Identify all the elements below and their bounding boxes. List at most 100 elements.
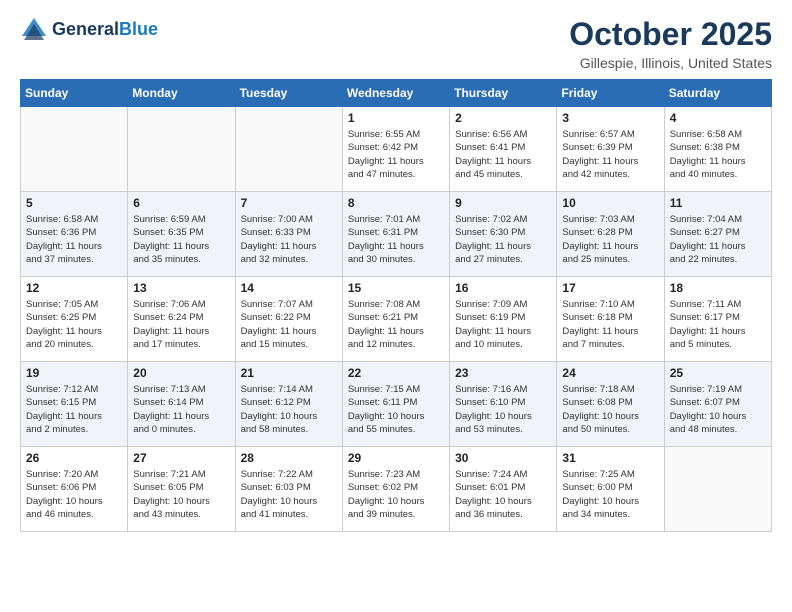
day-cell: 3 Sunrise: 6:57 AM Sunset: 6:39 PM Daylig… (557, 107, 664, 192)
day-cell: 16 Sunrise: 7:09 AM Sunset: 6:19 PM Dayli… (450, 277, 557, 362)
day-info: Sunrise: 6:58 AM Sunset: 6:38 PM Dayligh… (670, 128, 766, 181)
day-cell (21, 107, 128, 192)
day-number: 17 (562, 281, 658, 295)
col-header-thursday: Thursday (450, 80, 557, 107)
day-info: Sunrise: 7:05 AM Sunset: 6:25 PM Dayligh… (26, 298, 122, 351)
day-number: 2 (455, 111, 551, 125)
day-cell: 12Sunrise: 7:05 AM Sunset: 6:25 PM Dayli… (21, 277, 128, 362)
day-number: 29 (348, 451, 444, 465)
col-header-monday: Monday (128, 80, 235, 107)
day-number: 13 (133, 281, 229, 295)
day-number: 3 (562, 111, 658, 125)
day-cell: 4 Sunrise: 6:58 AM Sunset: 6:38 PM Daylig… (664, 107, 771, 192)
col-header-wednesday: Wednesday (342, 80, 449, 107)
day-cell: 10Sunrise: 7:03 AM Sunset: 6:28 PM Dayli… (557, 192, 664, 277)
week-row-5: 26Sunrise: 7:20 AM Sunset: 6:06 PM Dayli… (21, 447, 772, 532)
day-info: Sunrise: 7:08 AM Sunset: 6:21 PM Dayligh… (348, 298, 444, 351)
day-info: Sunrise: 7:04 AM Sunset: 6:27 PM Dayligh… (670, 213, 766, 266)
col-header-saturday: Saturday (664, 80, 771, 107)
page-container: GeneralBlue October 2025 Gillespie, Illi… (0, 0, 792, 552)
day-number: 15 (348, 281, 444, 295)
day-info: Sunrise: 6:55 AM Sunset: 6:42 PM Dayligh… (348, 128, 444, 181)
day-info: Sunrise: 6:56 AM Sunset: 6:41 PM Dayligh… (455, 128, 551, 181)
title-section: October 2025 Gillespie, Illinois, United… (569, 16, 772, 71)
day-cell: 8 Sunrise: 7:01 AM Sunset: 6:31 PM Daylig… (342, 192, 449, 277)
day-info: Sunrise: 7:03 AM Sunset: 6:28 PM Dayligh… (562, 213, 658, 266)
day-number: 7 (241, 196, 337, 210)
day-number: 22 (348, 366, 444, 380)
day-cell: 19 Sunrise: 7:12 AM Sunset: 6:15 PM Dayli… (21, 362, 128, 447)
day-cell: 23 Sunrise: 7:16 AM Sunset: 6:10 PM Dayli… (450, 362, 557, 447)
day-number: 9 (455, 196, 551, 210)
day-cell: 31 Sunrise: 7:25 AM Sunset: 6:00 PM Dayli… (557, 447, 664, 532)
day-info: Sunrise: 7:01 AM Sunset: 6:31 PM Dayligh… (348, 213, 444, 266)
week-row-2: 5 Sunrise: 6:58 AM Sunset: 6:36 PM Daylig… (21, 192, 772, 277)
day-number: 25 (670, 366, 766, 380)
day-number: 4 (670, 111, 766, 125)
day-number: 28 (241, 451, 337, 465)
day-info: Sunrise: 7:11 AM Sunset: 6:17 PM Dayligh… (670, 298, 766, 351)
header: GeneralBlue October 2025 Gillespie, Illi… (20, 16, 772, 71)
day-cell: 15 Sunrise: 7:08 AM Sunset: 6:21 PM Dayli… (342, 277, 449, 362)
day-cell: 21Sunrise: 7:14 AM Sunset: 6:12 PM Dayli… (235, 362, 342, 447)
day-info: Sunrise: 6:59 AM Sunset: 6:35 PM Dayligh… (133, 213, 229, 266)
day-info: Sunrise: 6:58 AM Sunset: 6:36 PM Dayligh… (26, 213, 122, 266)
day-cell: 22 Sunrise: 7:15 AM Sunset: 6:11 PM Dayli… (342, 362, 449, 447)
day-number: 8 (348, 196, 444, 210)
day-cell: 18Sunrise: 7:11 AM Sunset: 6:17 PM Dayli… (664, 277, 771, 362)
day-cell: 2 Sunrise: 6:56 AM Sunset: 6:41 PM Daylig… (450, 107, 557, 192)
day-number: 20 (133, 366, 229, 380)
calendar-header-row: SundayMondayTuesdayWednesdayThursdayFrid… (21, 80, 772, 107)
calendar: SundayMondayTuesdayWednesdayThursdayFrid… (20, 79, 772, 532)
day-number: 6 (133, 196, 229, 210)
day-cell: 1 Sunrise: 6:55 AM Sunset: 6:42 PM Daylig… (342, 107, 449, 192)
day-number: 21 (241, 366, 337, 380)
col-header-sunday: Sunday (21, 80, 128, 107)
day-info: Sunrise: 7:09 AM Sunset: 6:19 PM Dayligh… (455, 298, 551, 351)
day-cell: 6 Sunrise: 6:59 AM Sunset: 6:35 PM Daylig… (128, 192, 235, 277)
day-cell: 5 Sunrise: 6:58 AM Sunset: 6:36 PM Daylig… (21, 192, 128, 277)
day-cell: 29 Sunrise: 7:23 AM Sunset: 6:02 PM Dayli… (342, 447, 449, 532)
col-header-friday: Friday (557, 80, 664, 107)
day-cell: 26Sunrise: 7:20 AM Sunset: 6:06 PM Dayli… (21, 447, 128, 532)
logo-icon (20, 16, 48, 44)
day-cell: 17Sunrise: 7:10 AM Sunset: 6:18 PM Dayli… (557, 277, 664, 362)
day-info: Sunrise: 7:23 AM Sunset: 6:02 PM Dayligh… (348, 468, 444, 521)
day-cell (664, 447, 771, 532)
day-info: Sunrise: 7:12 AM Sunset: 6:15 PM Dayligh… (26, 383, 122, 436)
day-number: 30 (455, 451, 551, 465)
week-row-3: 12Sunrise: 7:05 AM Sunset: 6:25 PM Dayli… (21, 277, 772, 362)
day-number: 23 (455, 366, 551, 380)
day-info: Sunrise: 7:22 AM Sunset: 6:03 PM Dayligh… (241, 468, 337, 521)
logo: GeneralBlue (20, 16, 158, 44)
day-info: Sunrise: 7:02 AM Sunset: 6:30 PM Dayligh… (455, 213, 551, 266)
day-cell: 9 Sunrise: 7:02 AM Sunset: 6:30 PM Daylig… (450, 192, 557, 277)
day-info: Sunrise: 6:57 AM Sunset: 6:39 PM Dayligh… (562, 128, 658, 181)
day-cell: 7Sunrise: 7:00 AM Sunset: 6:33 PM Daylig… (235, 192, 342, 277)
day-cell: 25 Sunrise: 7:19 AM Sunset: 6:07 PM Dayli… (664, 362, 771, 447)
day-cell: 28 Sunrise: 7:22 AM Sunset: 6:03 PM Dayli… (235, 447, 342, 532)
day-info: Sunrise: 7:13 AM Sunset: 6:14 PM Dayligh… (133, 383, 229, 436)
day-cell: 13 Sunrise: 7:06 AM Sunset: 6:24 PM Dayli… (128, 277, 235, 362)
day-number: 1 (348, 111, 444, 125)
day-number: 16 (455, 281, 551, 295)
day-info: Sunrise: 7:19 AM Sunset: 6:07 PM Dayligh… (670, 383, 766, 436)
logo-text: GeneralBlue (52, 19, 158, 41)
day-number: 31 (562, 451, 658, 465)
day-info: Sunrise: 7:25 AM Sunset: 6:00 PM Dayligh… (562, 468, 658, 521)
week-row-1: 1 Sunrise: 6:55 AM Sunset: 6:42 PM Daylig… (21, 107, 772, 192)
day-cell: 11Sunrise: 7:04 AM Sunset: 6:27 PM Dayli… (664, 192, 771, 277)
day-number: 14 (241, 281, 337, 295)
day-cell: 27Sunrise: 7:21 AM Sunset: 6:05 PM Dayli… (128, 447, 235, 532)
day-info: Sunrise: 7:07 AM Sunset: 6:22 PM Dayligh… (241, 298, 337, 351)
day-cell (235, 107, 342, 192)
day-info: Sunrise: 7:06 AM Sunset: 6:24 PM Dayligh… (133, 298, 229, 351)
day-info: Sunrise: 7:16 AM Sunset: 6:10 PM Dayligh… (455, 383, 551, 436)
day-cell (128, 107, 235, 192)
day-number: 19 (26, 366, 122, 380)
day-number: 5 (26, 196, 122, 210)
month-title: October 2025 (569, 16, 772, 53)
day-number: 27 (133, 451, 229, 465)
day-info: Sunrise: 7:15 AM Sunset: 6:11 PM Dayligh… (348, 383, 444, 436)
location: Gillespie, Illinois, United States (569, 55, 772, 71)
